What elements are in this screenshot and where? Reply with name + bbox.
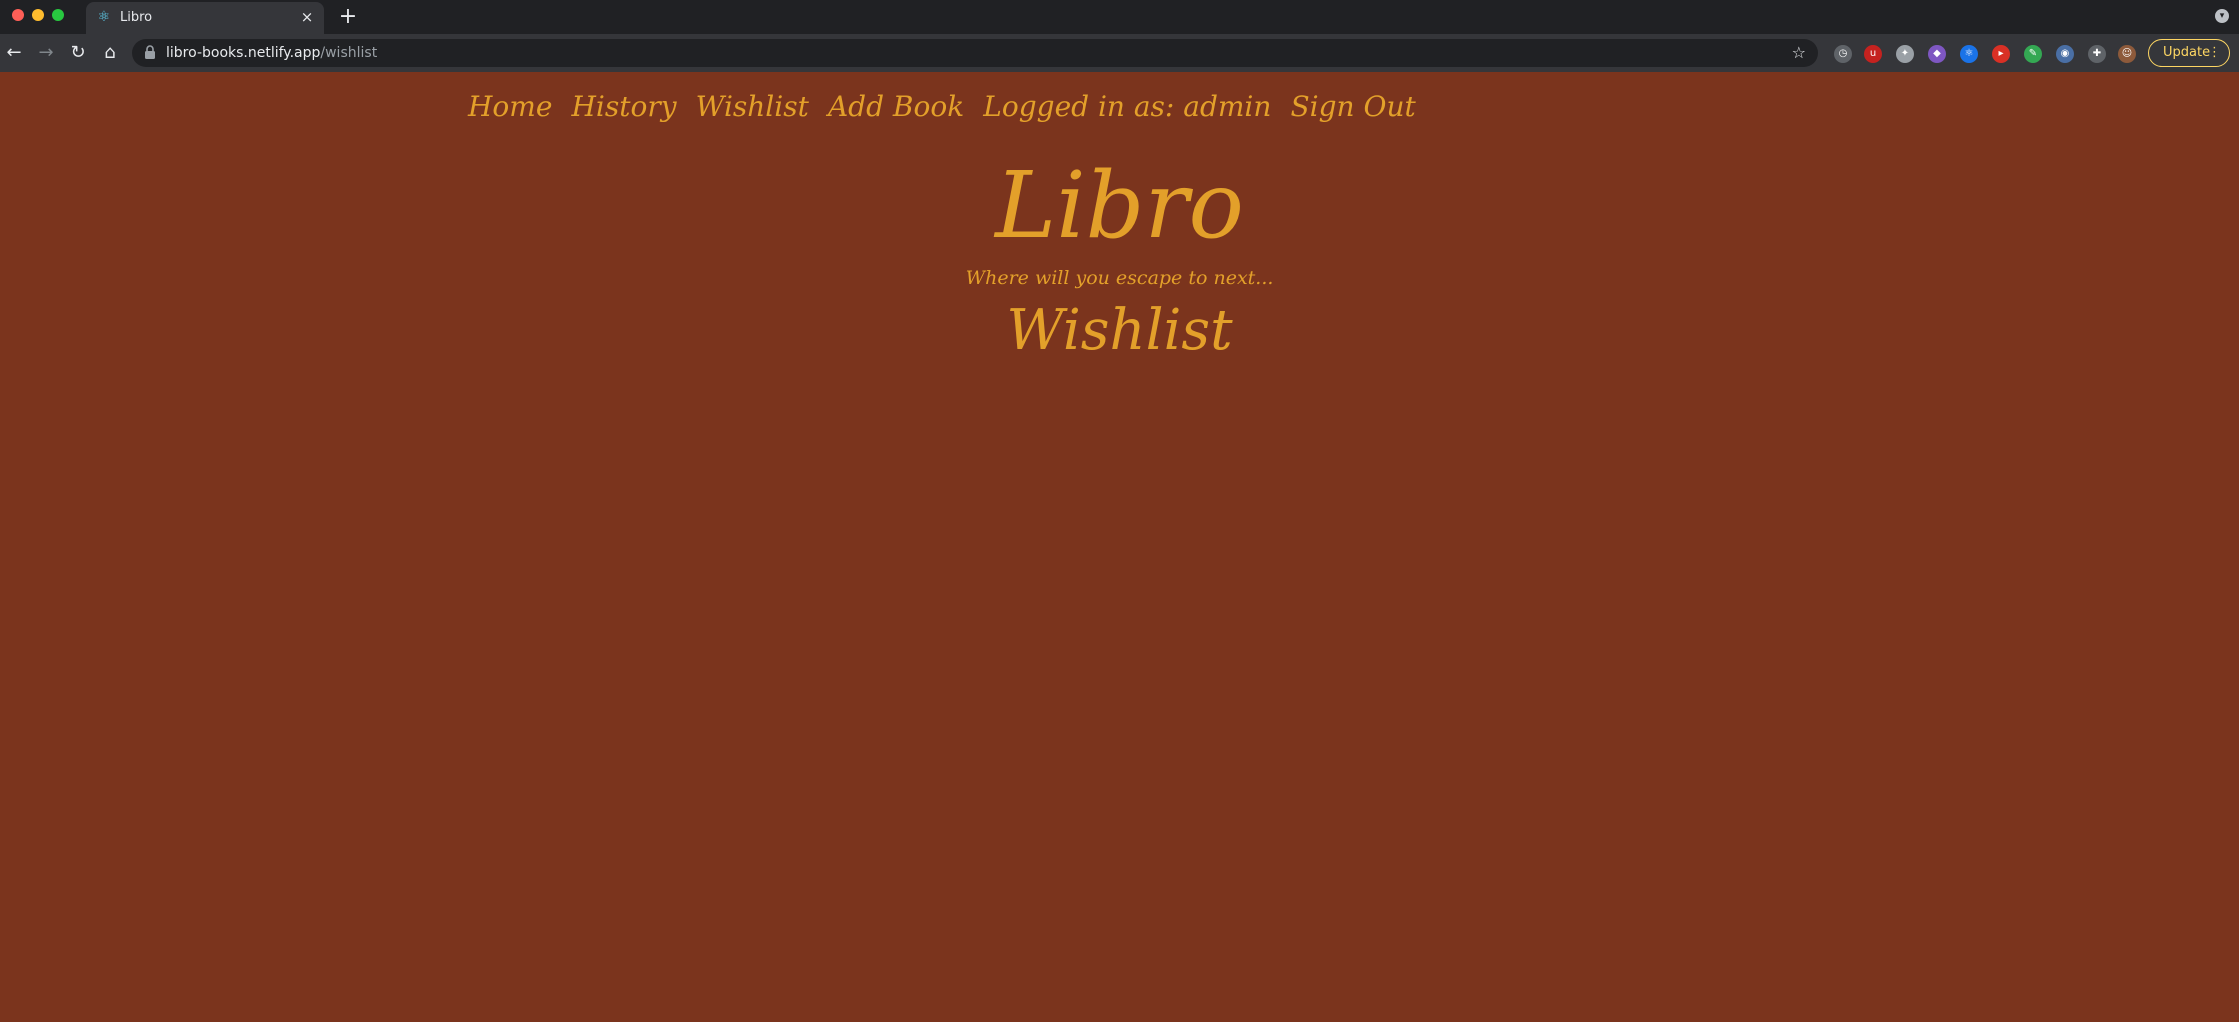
url-text: libro-books.netlify.app/wishlist — [166, 45, 377, 61]
extension-circle-icon[interactable]: ◉ — [2056, 45, 2074, 63]
url-path: /wishlist — [320, 45, 378, 61]
extension-pen-icon[interactable]: ✎ — [2024, 45, 2042, 63]
chrome-menu-icon[interactable]: ⋮ — [2208, 40, 2221, 66]
update-button[interactable]: Update ⋮ — [2148, 39, 2230, 67]
home-icon[interactable]: ⌂ — [98, 41, 122, 65]
address-bar[interactable]: libro-books.netlify.app/wishlist ☆ — [132, 39, 1818, 67]
new-tab-button[interactable]: + — [336, 4, 360, 29]
page-content: Home History Wishlist Add Book Logged in… — [0, 72, 2239, 1022]
extension-octopus-icon[interactable]: ✦ — [1896, 45, 1914, 63]
logged-in-status: Logged in as: admin — [983, 90, 1272, 123]
nav-link-home[interactable]: Home — [468, 90, 552, 123]
nav-link-sign-out[interactable]: Sign Out — [1291, 90, 1416, 123]
extension-color-icon[interactable]: ◆ — [1928, 45, 1946, 63]
nav-link-wishlist[interactable]: Wishlist — [696, 90, 809, 123]
site-navigation: Home History Wishlist Add Book Logged in… — [468, 90, 1430, 123]
nav-link-add-book[interactable]: Add Book — [828, 90, 964, 123]
url-host: libro-books.netlify.app — [166, 45, 321, 61]
forward-arrow-icon[interactable]: → — [34, 41, 58, 65]
tab-title: Libro — [120, 10, 153, 25]
profile-avatar[interactable]: ☺ — [2118, 45, 2136, 63]
minimize-window-button[interactable] — [32, 9, 44, 21]
close-window-button[interactable] — [12, 9, 24, 21]
extension-clock-icon[interactable]: ◷ — [1834, 45, 1852, 63]
reload-icon[interactable]: ↻ — [66, 41, 90, 65]
lock-icon — [145, 45, 155, 59]
extensions-puzzle-icon[interactable]: ✚ — [2088, 45, 2106, 63]
browser-tab[interactable]: ⚛ Libro × — [86, 2, 324, 34]
react-favicon-icon: ⚛ — [97, 9, 111, 25]
close-tab-icon[interactable]: × — [298, 8, 316, 26]
nav-link-history[interactable]: History — [572, 90, 677, 123]
update-label: Update — [2163, 45, 2211, 60]
bookmark-star-icon[interactable]: ☆ — [1792, 43, 1806, 62]
browser-tab-bar: ⚛ Libro × + ▾ — [0, 0, 2239, 34]
site-tagline: Where will you escape to next... — [965, 267, 1274, 289]
maximize-window-button[interactable] — [52, 9, 64, 21]
extension-youtube-icon[interactable]: ▸ — [1992, 45, 2010, 63]
extension-react-icon[interactable]: ⚛ — [1960, 45, 1978, 63]
site-title: Libro — [995, 152, 1244, 259]
browser-toolbar: ← → ↻ ⌂ libro-books.netlify.app/wishlist… — [0, 34, 2239, 72]
page-title: Wishlist — [1006, 298, 1233, 363]
extension-ublock-icon[interactable]: u — [1864, 45, 1882, 63]
back-arrow-icon[interactable]: ← — [2, 41, 26, 65]
tab-search-icon[interactable]: ▾ — [2215, 9, 2229, 23]
